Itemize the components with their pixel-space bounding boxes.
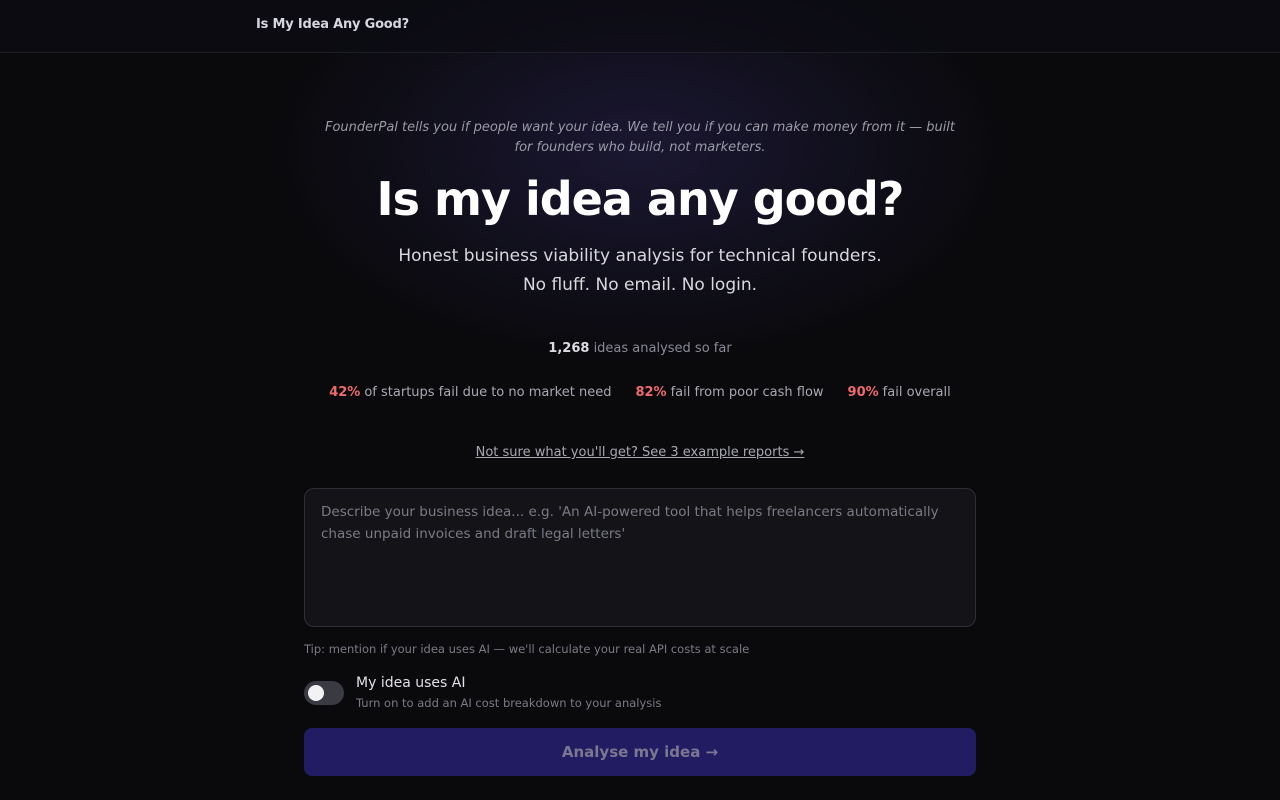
page-title: Is my idea any good? [376, 172, 905, 226]
ai-toggle-help: Turn on to add an AI cost breakdown to y… [356, 696, 662, 710]
toggle-knob [308, 685, 324, 701]
counter-label: ideas analysed so far [593, 341, 732, 356]
ideas-counter: 1,268 ideas analysed so far [340, 341, 940, 356]
subtitle: Honest business viability analysis for t… [340, 242, 940, 300]
stat-text: fail overall [882, 385, 951, 400]
intro-text: FounderPal tells you if people want your… [324, 120, 956, 155]
stat-percent: 90% [847, 385, 879, 400]
stat-item: 42% of startups fail due to no market nee… [329, 385, 611, 400]
stat-text: fail from poor cash flow [670, 385, 824, 400]
stat-item: 90% fail overall [848, 385, 951, 400]
analyse-button[interactable]: Analyse my idea → [304, 728, 976, 776]
stat-item: 82% fail from poor cash flow [635, 385, 823, 400]
ai-toggle-switch[interactable] [304, 681, 344, 705]
stat-percent: 42% [329, 385, 361, 400]
ai-toggle-label: My idea uses AI [356, 675, 466, 691]
stat-text: of startups fail due to no market need [364, 385, 612, 400]
ai-tip: Tip: mention if your idea uses AI — we'l… [304, 642, 750, 656]
failure-stats: 42% of startups fail due to no market nee… [240, 385, 1040, 400]
subtitle-line-2: No fluff. No email. No login. [522, 275, 758, 295]
top-bar: Is My Idea Any Good? [0, 0, 1280, 53]
stat-percent: 82% [635, 385, 667, 400]
brand-link[interactable]: Is My Idea Any Good? [256, 17, 409, 32]
counter-value: 1,268 [548, 341, 590, 356]
idea-description-input[interactable] [304, 488, 976, 627]
subtitle-line-1: Honest business viability analysis for t… [398, 246, 882, 266]
example-reports-link[interactable]: Not sure what you'll get? See 3 example … [340, 445, 940, 460]
